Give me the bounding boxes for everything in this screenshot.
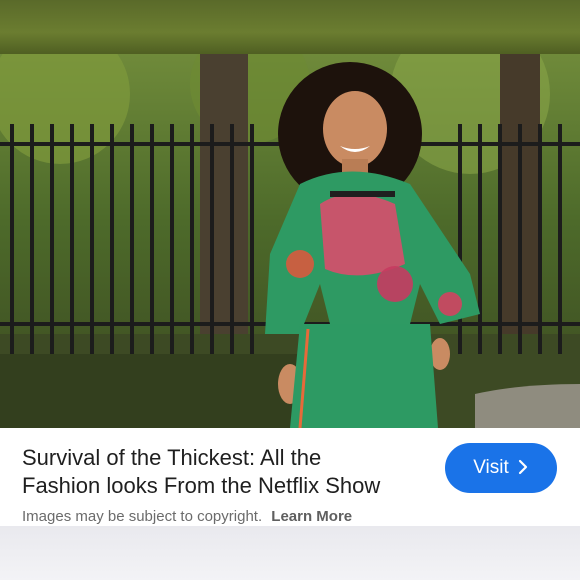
result-title-line-2[interactable]: Fashion looks From the Netflix Show <box>22 472 422 500</box>
learn-more-link[interactable]: Learn More <box>271 508 352 525</box>
visit-button[interactable]: Visit <box>445 443 557 493</box>
copyright-notice: Images may be subject to copyright. Lear… <box>22 508 352 525</box>
chevron-right-icon <box>517 459 529 478</box>
result-card[interactable]: Survival of the Thickest: All the Fashio… <box>0 428 580 526</box>
visit-label: Visit <box>473 457 509 478</box>
bottom-backdrop <box>0 526 580 580</box>
blurred-header-backdrop <box>0 0 580 54</box>
copyright-text: Images may be subject to copyright. <box>22 508 263 525</box>
preview-image[interactable] <box>0 54 580 428</box>
result-title-line-1[interactable]: Survival of the Thickest: All the <box>22 444 422 472</box>
result-title[interactable]: Survival of the Thickest: All the Fashio… <box>22 444 422 500</box>
